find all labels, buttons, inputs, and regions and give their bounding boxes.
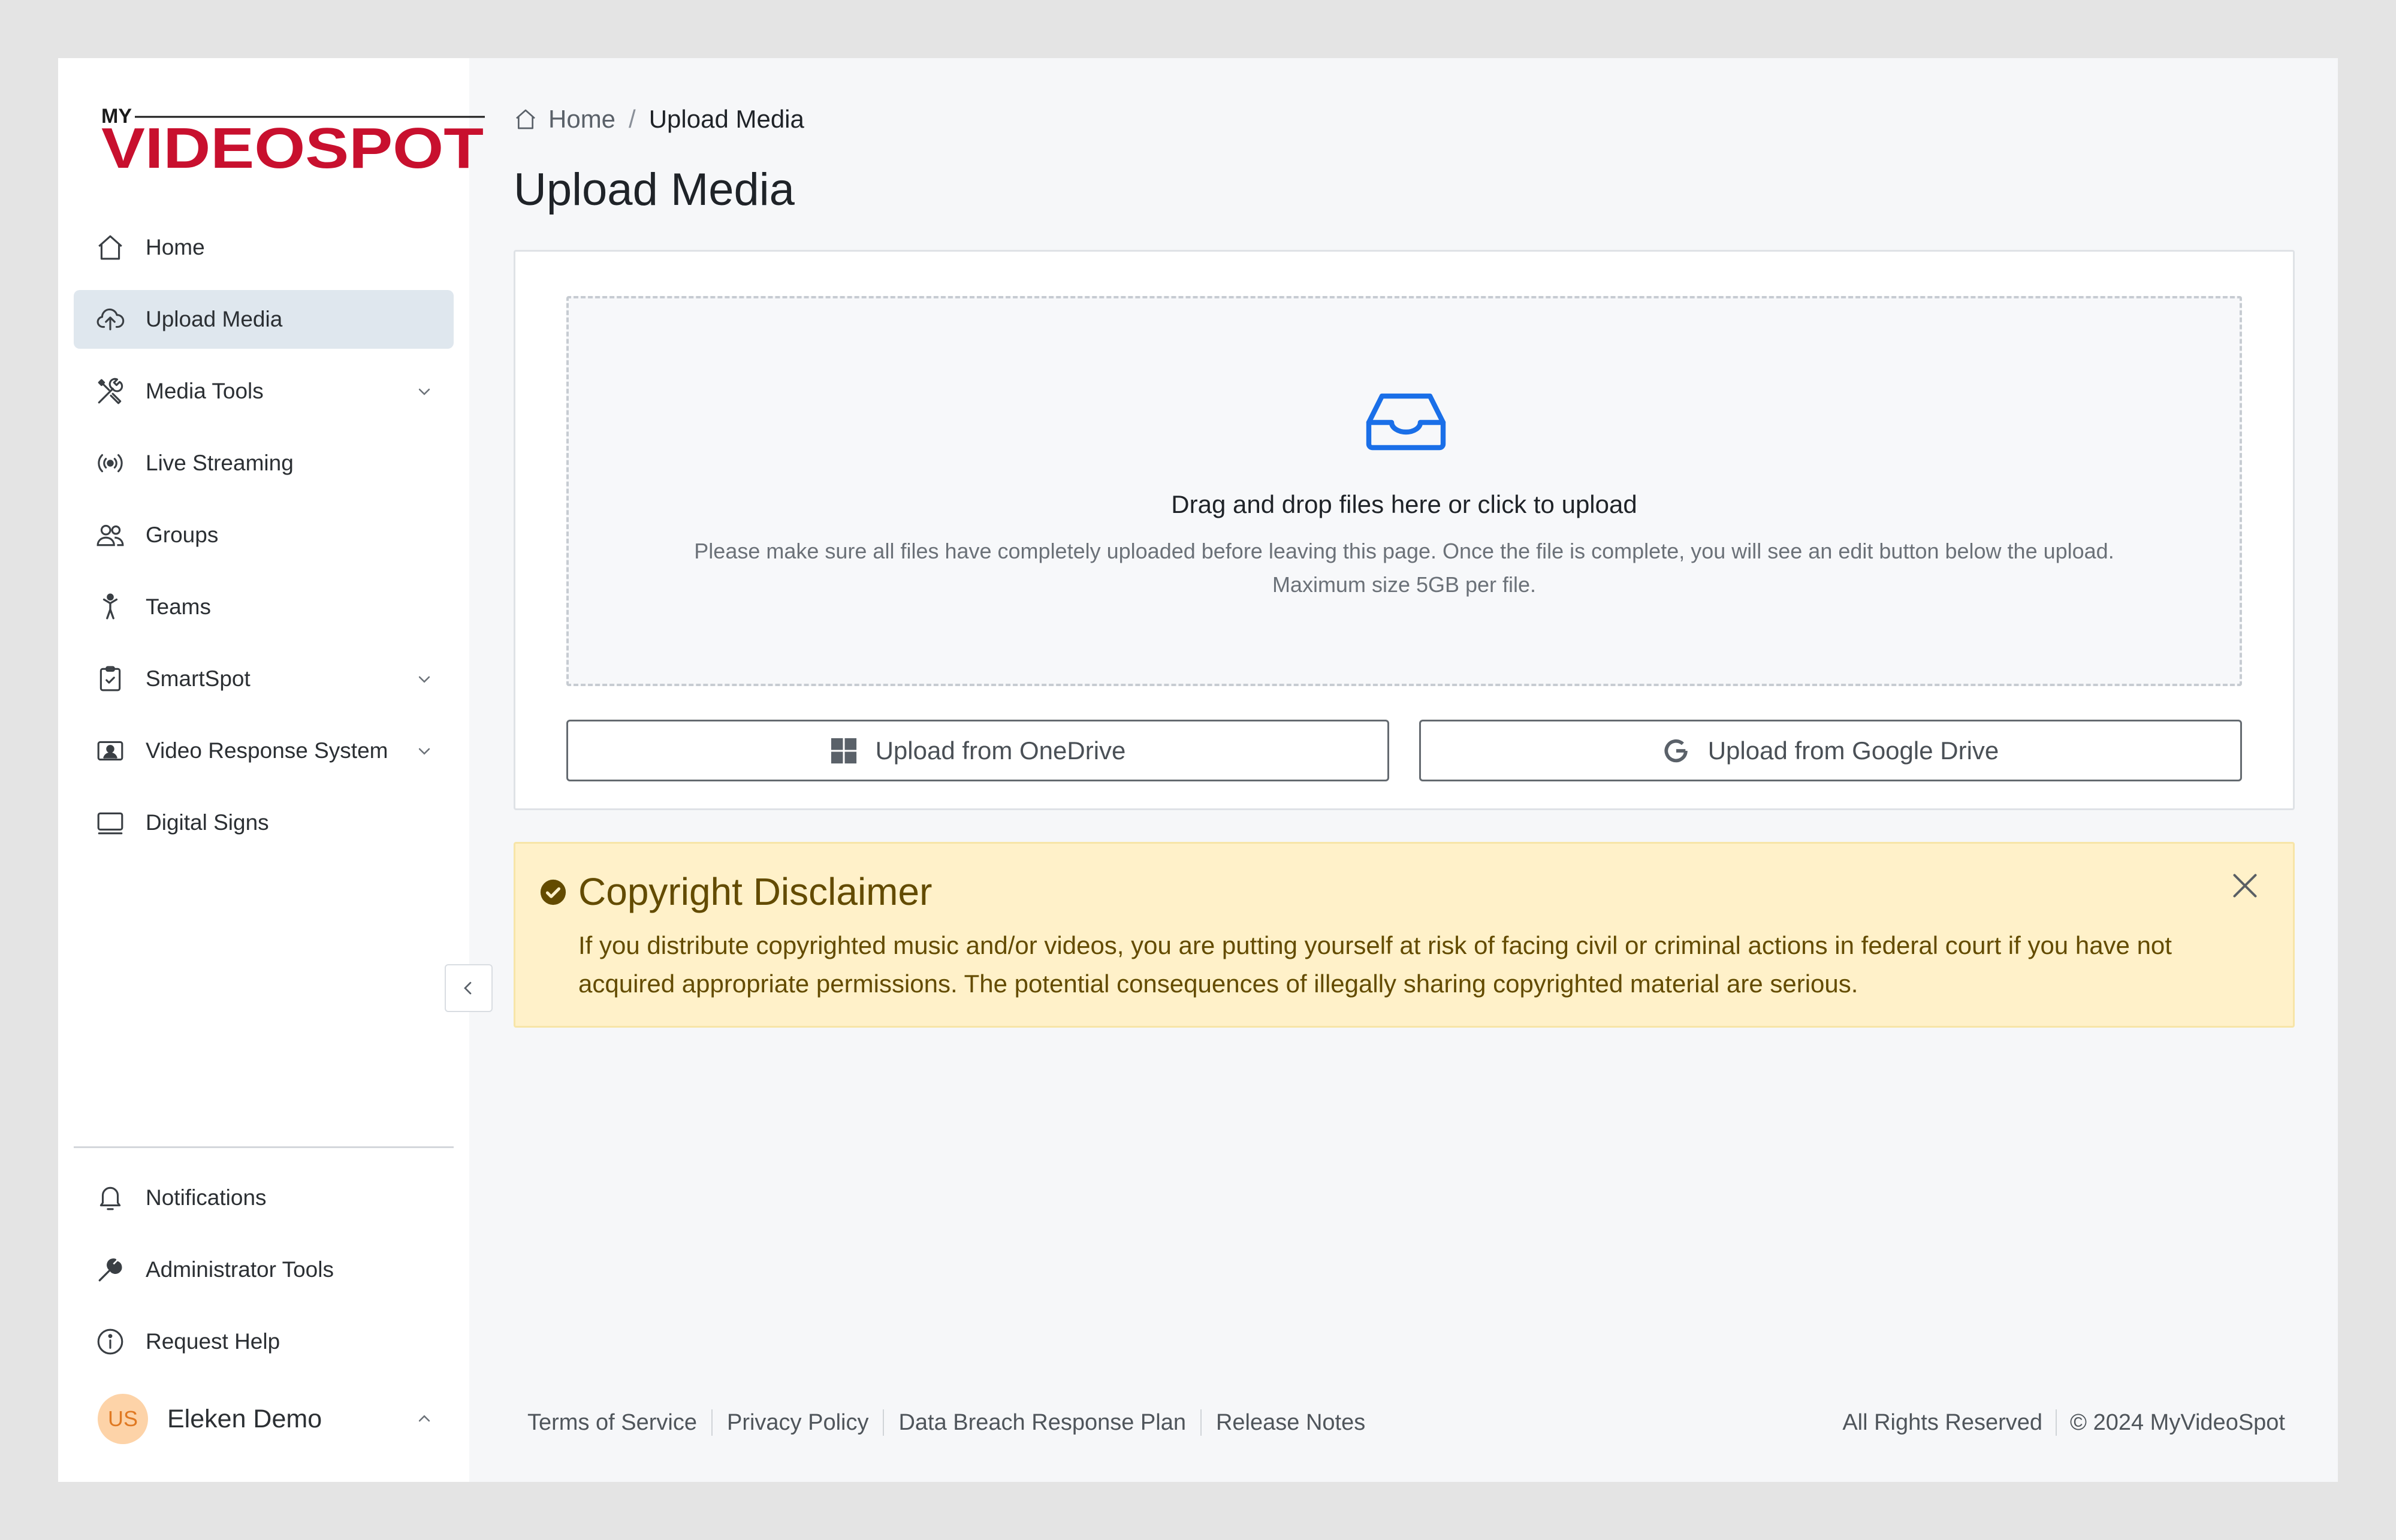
sidebar-item-label: Upload Media bbox=[146, 307, 283, 331]
avatar: US bbox=[98, 1394, 148, 1444]
google-icon bbox=[1664, 739, 1688, 762]
broadcast-icon bbox=[95, 448, 125, 478]
check-circle-icon bbox=[540, 879, 566, 905]
myvideospot-logo[interactable]: MY VIDEOSPOT bbox=[101, 105, 485, 180]
breadcrumb-separator: / bbox=[629, 105, 636, 133]
footer-separator bbox=[2056, 1409, 2057, 1436]
chevron-down-icon[interactable] bbox=[413, 739, 436, 762]
sidebar-item-home[interactable]: Home bbox=[74, 218, 454, 277]
secondary-nav: Notifications Administrator Tools Reques… bbox=[74, 1168, 454, 1384]
inbox-icon bbox=[1366, 393, 1446, 451]
sidebar-item-digital-signs[interactable]: Digital Signs bbox=[74, 793, 454, 852]
upload-from-onedrive-label: Upload from OneDrive bbox=[875, 736, 1126, 765]
chevron-down-icon[interactable] bbox=[413, 668, 436, 690]
file-dropzone[interactable]: Drag and drop files here or click to upl… bbox=[566, 296, 2242, 686]
cloud-upload-icon bbox=[95, 304, 125, 334]
clipboard-check-icon bbox=[95, 664, 125, 694]
info-icon bbox=[95, 1327, 125, 1357]
sidebar-item-administrator-tools[interactable]: Administrator Tools bbox=[74, 1240, 454, 1299]
sidebar-item-label: Request Help bbox=[146, 1329, 280, 1354]
sidebar-item-label: SmartSpot bbox=[146, 666, 251, 691]
footer-separator bbox=[1200, 1409, 1202, 1436]
sidebar-item-media-tools[interactable]: Media Tools bbox=[74, 362, 454, 421]
user-name: Eleken Demo bbox=[167, 1405, 322, 1433]
upload-from-google-drive-button[interactable]: Upload from Google Drive bbox=[1419, 720, 2242, 781]
chevron-down-icon[interactable] bbox=[413, 380, 436, 403]
footer-links: Terms of Service Privacy Policy Data Bre… bbox=[527, 1405, 1365, 1441]
upload-card: Drag and drop files here or click to upl… bbox=[514, 250, 2295, 810]
chevron-up-icon[interactable] bbox=[413, 1408, 436, 1430]
home-icon bbox=[516, 109, 535, 129]
sidebar-item-notifications[interactable]: Notifications bbox=[74, 1168, 454, 1227]
footer-separator bbox=[711, 1409, 713, 1436]
sidebar-item-label: Groups bbox=[146, 523, 219, 547]
sidebar-item-video-response-system[interactable]: Video Response System bbox=[74, 721, 454, 780]
users-icon bbox=[95, 520, 125, 550]
footer-copyright: All Rights Reserved © 2024 MyVideoSpot bbox=[1842, 1405, 2285, 1441]
alert-body: If you distribute copyrighted music and/… bbox=[578, 931, 2172, 998]
tools-icon bbox=[95, 376, 125, 406]
sidebar-item-groups[interactable]: Groups bbox=[74, 506, 454, 564]
sidebar-item-label: Administrator Tools bbox=[146, 1257, 334, 1282]
sidebar-item-label: Notifications bbox=[146, 1185, 267, 1210]
alert-title: Copyright Disclaimer bbox=[578, 870, 933, 913]
user-menu[interactable]: US Eleken Demo bbox=[74, 1390, 454, 1448]
sidebar-item-upload-media[interactable]: Upload Media bbox=[74, 290, 454, 349]
dropzone-title: Drag and drop files here or click to upl… bbox=[1171, 490, 1637, 518]
sidebar-item-request-help[interactable]: Request Help bbox=[74, 1312, 454, 1371]
home-icon bbox=[95, 232, 125, 262]
sidebar-item-label: Teams bbox=[146, 594, 211, 619]
dropzone-hint-line: Please make sure all files have complete… bbox=[694, 539, 2114, 563]
all-rights-reserved: All Rights Reserved bbox=[1842, 1409, 2043, 1435]
windows-icon bbox=[831, 738, 856, 763]
terms-of-service-link[interactable]: Terms of Service bbox=[527, 1410, 697, 1436]
dropzone-hint-line: Maximum size 5GB per file. bbox=[1272, 572, 1537, 597]
data-breach-response-plan-link[interactable]: Data Breach Response Plan bbox=[898, 1410, 1186, 1436]
breadcrumb-home-link[interactable]: Home bbox=[548, 105, 615, 134]
app-window: MY VIDEOSPOT Home Upload Media Media Too… bbox=[58, 58, 2338, 1482]
id-card-icon bbox=[95, 736, 125, 766]
monitor-icon bbox=[95, 808, 125, 838]
collapse-sidebar-button[interactable] bbox=[445, 964, 493, 1012]
sidebar-item-label: Live Streaming bbox=[146, 451, 294, 475]
copyright-text: © 2024 MyVideoSpot bbox=[2070, 1409, 2285, 1435]
sidebar-item-label: Home bbox=[146, 235, 205, 259]
page-title: Upload Media bbox=[514, 164, 795, 215]
dropzone-hint: Please make sure all files have complete… bbox=[569, 535, 2240, 602]
chevron-left-icon bbox=[464, 982, 472, 995]
wrench-icon bbox=[95, 1255, 125, 1285]
footer-separator bbox=[883, 1409, 885, 1436]
breadcrumb-current: Upload Media bbox=[648, 105, 804, 133]
close-icon[interactable] bbox=[2227, 868, 2263, 904]
upload-from-google-drive-label: Upload from Google Drive bbox=[1707, 736, 1999, 765]
bell-icon bbox=[95, 1183, 125, 1213]
upload-from-onedrive-button[interactable]: Upload from OneDrive bbox=[566, 720, 1389, 781]
release-notes-link[interactable]: Release Notes bbox=[1216, 1410, 1365, 1436]
sidebar-item-smartspot[interactable]: SmartSpot bbox=[74, 650, 454, 708]
breadcrumb: Home / Upload Media bbox=[514, 101, 804, 137]
main-nav: Home Upload Media Media Tools Live Strea… bbox=[74, 218, 454, 865]
sidebar-divider bbox=[74, 1146, 454, 1148]
privacy-policy-link[interactable]: Privacy Policy bbox=[727, 1410, 869, 1436]
logo-wordmark: VIDEOSPOT bbox=[101, 116, 484, 172]
sidebar: MY VIDEOSPOT Home Upload Media Media Too… bbox=[58, 58, 485, 1482]
sidebar-item-live-streaming[interactable]: Live Streaming bbox=[74, 434, 454, 493]
sidebar-item-label: Media Tools bbox=[146, 379, 264, 403]
person-icon bbox=[95, 592, 125, 622]
copyright-disclaimer-alert: Copyright Disclaimer If you distribute c… bbox=[514, 842, 2295, 1028]
sidebar-item-label: Digital Signs bbox=[146, 810, 269, 835]
sidebar-item-label: Video Response System bbox=[146, 738, 388, 763]
sidebar-item-teams[interactable]: Teams bbox=[74, 578, 454, 636]
